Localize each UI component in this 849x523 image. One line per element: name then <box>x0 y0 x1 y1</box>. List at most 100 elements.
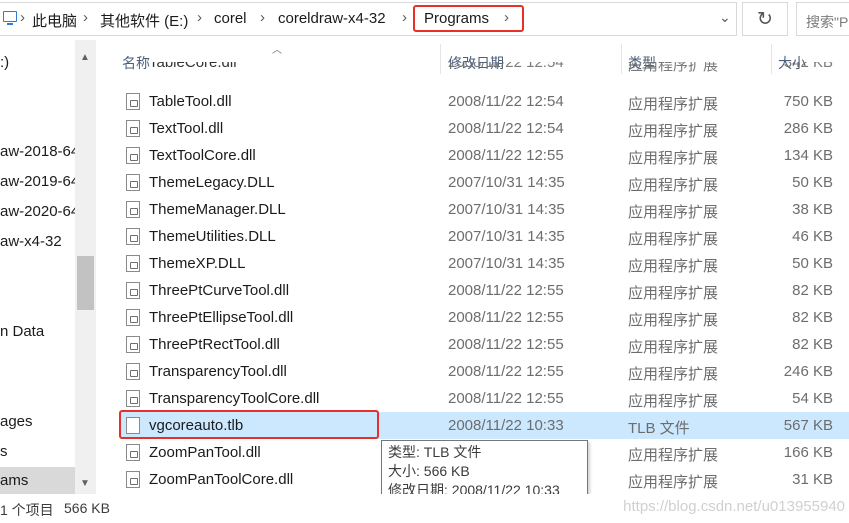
file-type: 应用程序扩展 <box>628 96 719 113</box>
refresh-button[interactable]: ↻ <box>742 2 788 36</box>
nav-item[interactable]: n Data <box>0 323 44 340</box>
file-size: 82 KB <box>792 336 833 353</box>
file-date: 2008/11/22 12:55 <box>448 390 564 407</box>
dll-file-icon <box>126 201 140 218</box>
file-size: 82 KB <box>792 309 833 326</box>
nav-item[interactable]: ages <box>0 413 33 430</box>
file-size: 46 KB <box>792 228 833 245</box>
file-date: 2007/10/31 14:35 <box>448 174 565 191</box>
scroll-down-icon[interactable]: ▼ <box>80 478 90 489</box>
breadcrumb-drive-e[interactable]: 其他软件 (E:) <box>100 10 188 31</box>
file-date: 2008/11/22 12:54 <box>448 120 564 137</box>
vgcoreauto-highlight-box <box>119 410 379 439</box>
file-type: 应用程序扩展 <box>628 231 719 248</box>
file-name: ThreePtEllipseTool.dll <box>149 309 294 326</box>
file-size: 50 KB <box>792 255 833 272</box>
table-row[interactable]: TableCore.dll 2008/11/22 12:54 应用程序扩展 34… <box>120 62 849 76</box>
table-row[interactable]: TableTool.dll 2008/11/22 12:54 应用程序扩展 75… <box>120 88 849 115</box>
file-name: TableCore.dll <box>149 62 237 71</box>
programs-highlight-box <box>413 5 524 32</box>
chevron-right-icon[interactable]: › <box>20 9 25 26</box>
file-size: 134 KB <box>783 147 833 164</box>
dll-file-icon <box>126 255 140 272</box>
status-selected-count: 1 个项目 <box>0 502 54 518</box>
file-size: 50 KB <box>792 174 833 191</box>
dll-file-icon <box>126 309 140 326</box>
file-date: 2007/10/31 14:35 <box>448 228 565 245</box>
watermark-text: https://blog.csdn.net/u013955940 <box>623 498 845 515</box>
dll-file-icon <box>126 390 140 407</box>
nav-item[interactable]: s <box>0 443 8 460</box>
table-row[interactable]: TransparencyToolCore.dll 2008/11/22 12:5… <box>120 385 849 412</box>
tooltip-type: 类型: TLB 文件 <box>388 444 482 460</box>
file-date: 2007/10/31 14:35 <box>448 201 565 218</box>
chevron-right-icon[interactable]: › <box>402 9 407 26</box>
table-row[interactable]: ThreePtCurveTool.dll 2008/11/22 12:55 应用… <box>120 277 849 304</box>
dll-file-icon <box>126 120 140 137</box>
table-row[interactable]: ThreePtEllipseTool.dll 2008/11/22 12:55 … <box>120 304 849 331</box>
status-selected-size: 566 KB <box>64 500 110 516</box>
search-input[interactable]: 搜索"P <box>796 2 849 36</box>
dll-file-icon <box>126 282 140 299</box>
table-row[interactable]: TransparencyTool.dll 2008/11/22 12:55 应用… <box>120 358 849 385</box>
nav-item[interactable]: aw-2020-64 <box>0 203 79 220</box>
chevron-right-icon[interactable]: › <box>83 9 88 26</box>
file-type: 应用程序扩展 <box>628 204 719 221</box>
file-name: ThemeXP.DLL <box>149 255 246 272</box>
refresh-icon: ↻ <box>757 8 773 30</box>
file-date: 2008/11/22 10:33 <box>448 417 564 434</box>
file-date: 2008/11/22 12:55 <box>448 363 564 380</box>
file-date: 2008/11/22 12:54 <box>448 93 564 110</box>
file-type: 应用程序扩展 <box>628 339 719 356</box>
dll-file-icon <box>126 147 140 164</box>
nav-item-selected[interactable]: ams <box>0 467 75 494</box>
table-row[interactable]: ThemeManager.DLL 2007/10/31 14:35 应用程序扩展… <box>120 196 849 223</box>
file-size: 38 KB <box>792 201 833 218</box>
file-type: 应用程序扩展 <box>628 285 719 302</box>
nav-item[interactable]: aw-2018-64 <box>0 143 79 160</box>
file-type: 应用程序扩展 <box>628 177 719 194</box>
breadcrumb-this-pc[interactable]: 此电脑 <box>32 10 77 31</box>
file-size: 342 KB <box>783 62 833 71</box>
dll-file-icon <box>126 444 140 461</box>
scroll-up-icon[interactable]: ▲ <box>80 52 90 63</box>
file-name: ThreePtRectTool.dll <box>149 336 280 353</box>
table-row[interactable]: ThemeUtilities.DLL 2007/10/31 14:35 应用程序… <box>120 223 849 250</box>
file-type: 应用程序扩展 <box>628 393 719 410</box>
table-row[interactable]: TextTool.dll 2008/11/22 12:54 应用程序扩展 286… <box>120 115 849 142</box>
chevron-right-icon[interactable]: › <box>197 9 202 26</box>
tooltip-size: 大小: 566 KB <box>388 463 470 479</box>
table-row[interactable]: ThemeLegacy.DLL 2007/10/31 14:35 应用程序扩展 … <box>120 169 849 196</box>
file-size: 54 KB <box>792 390 833 407</box>
table-row[interactable]: ThreePtRectTool.dll 2008/11/22 12:55 应用程… <box>120 331 849 358</box>
file-info-tooltip: 类型: TLB 文件 大小: 566 KB 修改日期: 2008/11/22 1… <box>381 440 588 502</box>
dll-file-icon <box>126 336 140 353</box>
breadcrumb-corel[interactable]: corel <box>214 10 247 27</box>
file-date: 2007/10/31 14:35 <box>448 255 565 272</box>
file-size: 286 KB <box>783 120 833 137</box>
nav-item[interactable]: :) <box>0 54 9 71</box>
file-date: 2008/11/22 12:55 <box>448 309 564 326</box>
file-name: ThemeLegacy.DLL <box>149 174 275 191</box>
table-row[interactable]: TextToolCore.dll 2008/11/22 12:55 应用程序扩展… <box>120 142 849 169</box>
file-date: 2008/11/22 12:54 <box>448 62 564 71</box>
chevron-right-icon[interactable]: › <box>260 9 265 26</box>
file-type: 应用程序扩展 <box>628 62 719 74</box>
navigation-pane: :) aw-2018-64 aw-2019-64 aw-2020-64 aw-x… <box>0 40 96 494</box>
file-type: 应用程序扩展 <box>628 258 719 275</box>
file-type: 应用程序扩展 <box>628 312 719 329</box>
file-type: 应用程序扩展 <box>628 474 719 491</box>
sort-ascending-icon: ︿ <box>272 45 282 56</box>
nav-item[interactable]: aw-x4-32 <box>0 233 62 250</box>
file-size: 567 KB <box>783 417 833 434</box>
dll-file-icon <box>126 93 140 110</box>
breadcrumb-coreldraw-x4-32[interactable]: coreldraw-x4-32 <box>278 10 386 27</box>
file-name: TextToolCore.dll <box>149 147 256 164</box>
nav-scroll-thumb[interactable] <box>77 256 94 310</box>
chevron-down-icon[interactable]: ⌄ <box>719 9 731 26</box>
dll-file-icon <box>126 228 140 245</box>
file-type: 应用程序扩展 <box>628 366 719 383</box>
nav-item[interactable]: aw-2019-64 <box>0 173 79 190</box>
table-row[interactable]: ThemeXP.DLL 2007/10/31 14:35 应用程序扩展 50 K… <box>120 250 849 277</box>
file-size: 166 KB <box>783 444 833 461</box>
